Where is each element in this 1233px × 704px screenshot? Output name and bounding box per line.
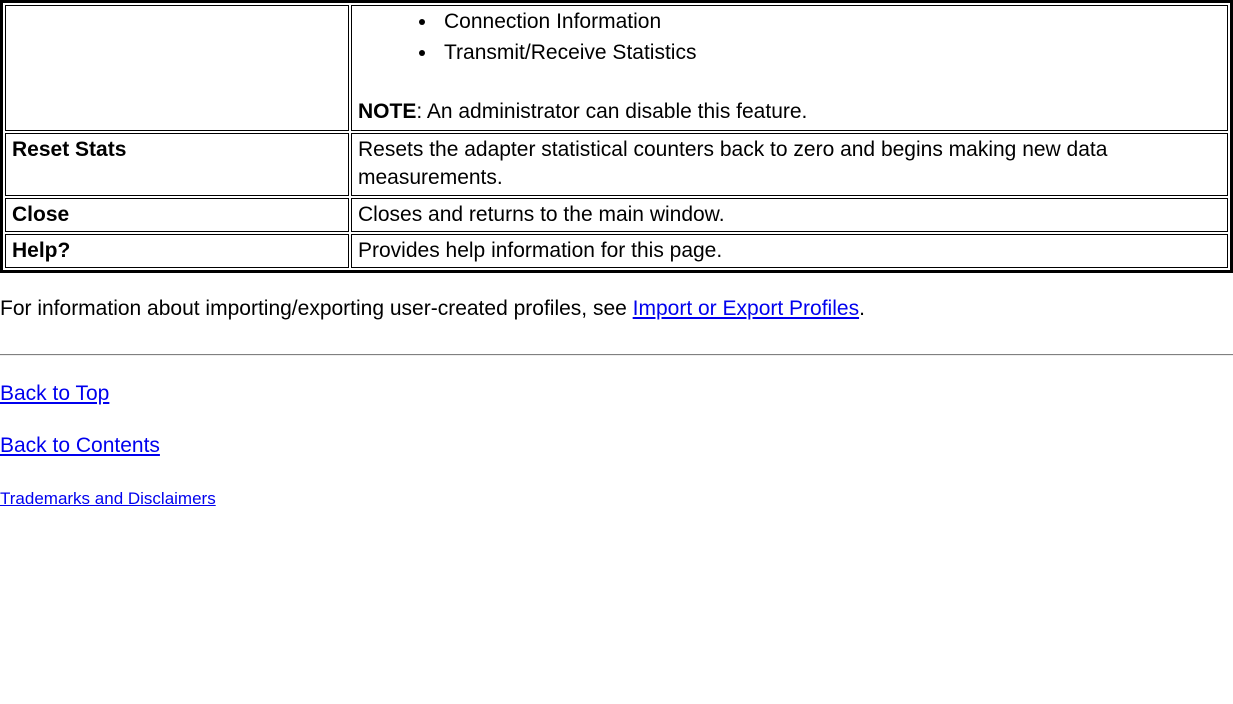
para-pre: For information about importing/exportin…: [0, 297, 633, 320]
table-row: Connection Information Transmit/Receive …: [5, 5, 1228, 131]
note: NOTE: An administrator can disable this …: [358, 98, 1221, 126]
list-item: Transmit/Receive Statistics: [438, 39, 1221, 67]
divider: [0, 354, 1233, 356]
row-label: Reset Stats: [5, 133, 349, 196]
table-row: Reset Stats Resets the adapter statistic…: [5, 133, 1228, 196]
bullet-list: Connection Information Transmit/Receive …: [358, 8, 1221, 68]
row-desc: Resets the adapter statistical counters …: [351, 133, 1228, 196]
row-desc: Connection Information Transmit/Receive …: [351, 5, 1228, 131]
note-label: NOTE: [358, 100, 416, 123]
row-label: [5, 5, 349, 131]
row-label: Close: [5, 198, 349, 232]
row-desc: Closes and returns to the main window.: [351, 198, 1228, 232]
list-item: Connection Information: [438, 8, 1221, 36]
table-row: Close Closes and returns to the main win…: [5, 198, 1228, 232]
note-text: : An administrator can disable this feat…: [416, 100, 807, 123]
paragraph: For information about importing/exportin…: [0, 295, 1233, 323]
row-desc: Provides help information for this page.: [351, 234, 1228, 268]
import-export-link[interactable]: Import or Export Profiles: [633, 297, 859, 320]
reference-table: Connection Information Transmit/Receive …: [0, 0, 1233, 273]
para-post: .: [859, 297, 865, 320]
table-row: Help? Provides help information for this…: [5, 234, 1228, 268]
back-to-top-link[interactable]: Back to Top: [0, 382, 109, 405]
back-to-contents-link[interactable]: Back to Contents: [0, 434, 160, 457]
trademarks-link[interactable]: Trademarks and Disclaimers: [0, 489, 216, 508]
row-label: Help?: [5, 234, 349, 268]
